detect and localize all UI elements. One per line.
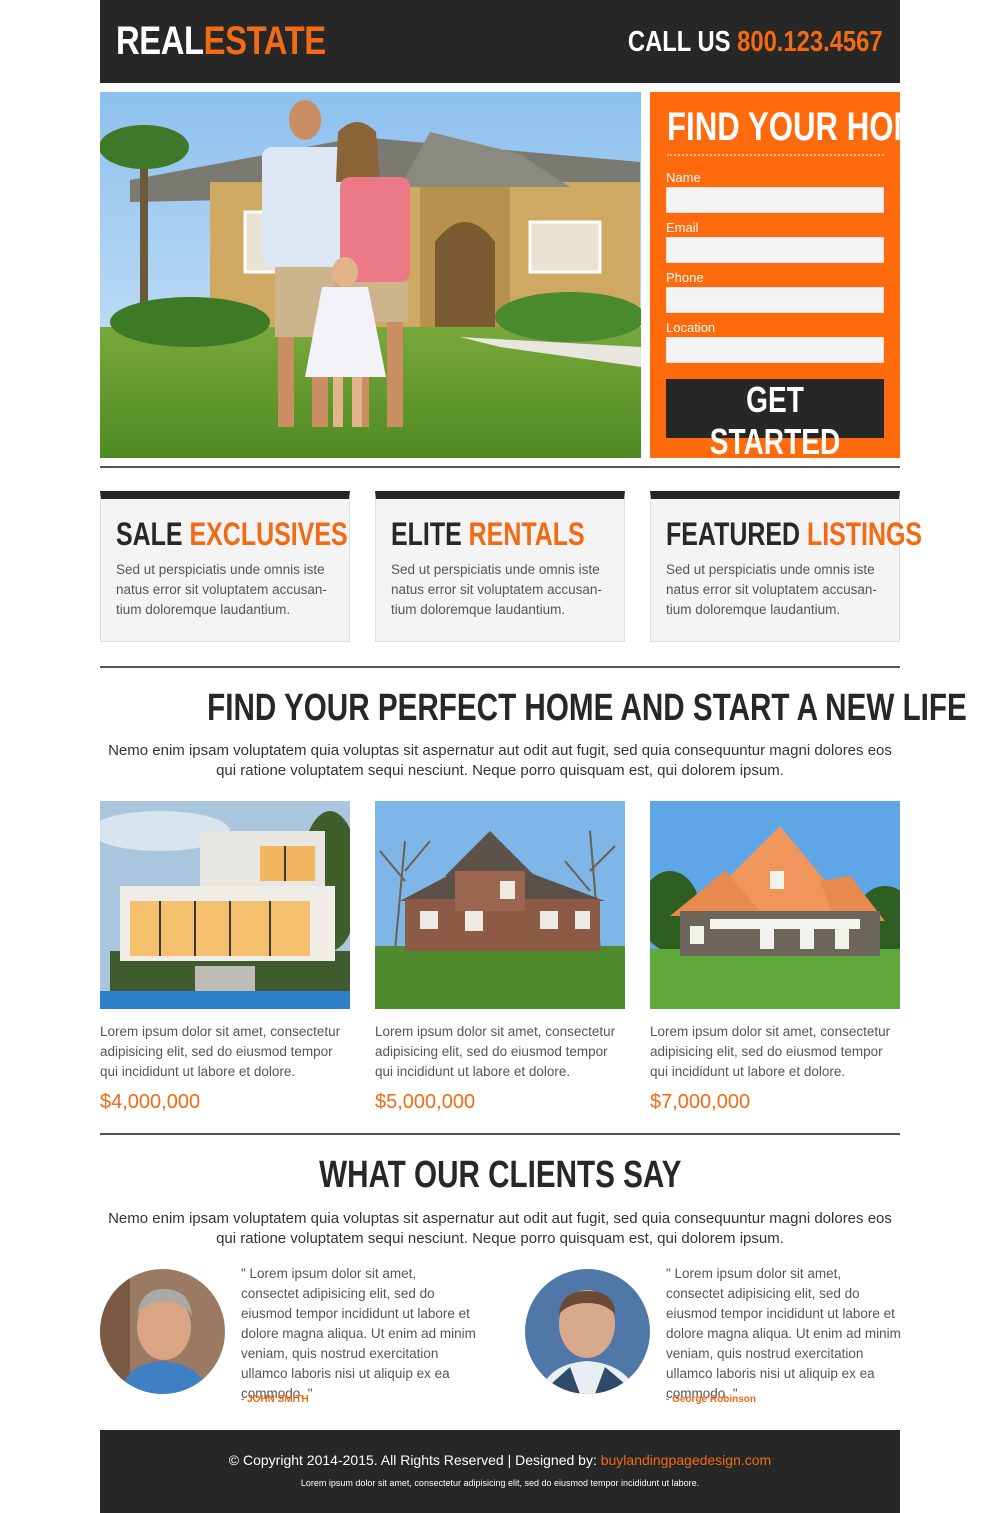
client-avatar-george-robinson xyxy=(525,1269,650,1394)
form-title: FIND YOUR HOME xyxy=(667,105,941,149)
copyright-text: © Copyright 2014-2015. All Rights Reserv… xyxy=(228,1452,597,1468)
email-input[interactable] xyxy=(666,237,884,263)
perfect-home-title: FIND YOUR PERFECT HOME AND START A NEW L… xyxy=(100,686,967,730)
phone-label: Phone xyxy=(666,270,704,285)
get-started-button[interactable]: GET STARTED xyxy=(666,379,884,462)
logo-text-real: REAL xyxy=(116,19,204,63)
location-label: Location xyxy=(666,320,716,335)
listing-price: $5,000,000 xyxy=(375,1091,476,1113)
clients-title-text: WHAT OUR CLIENTS SAY xyxy=(318,1154,682,1196)
form-divider xyxy=(667,154,884,156)
testimonial-author: - George Robinson xyxy=(666,1394,756,1405)
feature-elite-rentals: ELITE RENTALS Sed ut perspiciatis unde o… xyxy=(375,491,625,642)
feature-text: Sed ut perspiciatis unde omnis iste natu… xyxy=(116,562,327,617)
clients-text: Nemo enim ipsam voluptatem quia voluptas… xyxy=(108,1210,892,1247)
feature-title-dark: SALE xyxy=(116,516,183,552)
listing-photo-brick-house[interactable] xyxy=(375,801,625,1009)
listing-description: Lorem ipsum dolor sit amet, consectetur … xyxy=(375,1024,616,1079)
logo[interactable]: REALESTATE xyxy=(116,18,326,64)
call-us-label: CALL US xyxy=(628,26,731,58)
find-home-form: FIND YOUR HOME Name Email Phone Location… xyxy=(650,92,940,462)
feature-title-accent: RENTALS xyxy=(468,516,585,552)
testimonial-quote: " Lorem ipsum dolor sit amet, consectet … xyxy=(666,1266,901,1401)
copyright: © Copyright 2014-2015. All Rights Reserv… xyxy=(100,1452,900,1468)
section-divider xyxy=(100,466,900,468)
feature-text: Sed ut perspiciatis unde omnis iste natu… xyxy=(391,562,602,617)
listing-description: Lorem ipsum dolor sit amet, consectetur … xyxy=(650,1024,891,1079)
name-label: Name xyxy=(666,170,701,185)
feature-title: ELITE RENTALS xyxy=(391,516,585,552)
get-started-label: GET STARTED xyxy=(709,379,841,462)
email-label: Email xyxy=(666,220,699,235)
feature-title: FEATURED LISTINGS xyxy=(666,516,922,552)
call-us: CALL US 800.123.4567 xyxy=(628,26,883,58)
client-avatar-john-smith xyxy=(100,1269,225,1394)
section-divider xyxy=(100,666,900,668)
testimonial-quote: " Lorem ipsum dolor sit amet, consectet … xyxy=(241,1266,476,1401)
location-input[interactable] xyxy=(666,337,884,363)
feature-title-accent: EXCLUSIVES xyxy=(189,516,348,552)
hero-family-photo xyxy=(100,92,641,458)
clients-title: WHAT OUR CLIENTS SAY xyxy=(100,1153,900,1197)
feature-title-accent: LISTINGS xyxy=(806,516,923,552)
listing-photo-orange-roof-house[interactable] xyxy=(650,801,900,1009)
site-footer: © Copyright 2014-2015. All Rights Reserv… xyxy=(100,1430,900,1513)
phone-input[interactable] xyxy=(666,287,884,313)
feature-sale-exclusives: SALE EXCLUSIVES Sed ut perspiciatis unde… xyxy=(100,491,350,642)
section-divider xyxy=(100,1133,900,1135)
name-input[interactable] xyxy=(666,187,884,213)
listing-description: Lorem ipsum dolor sit amet, consectetur … xyxy=(100,1024,341,1079)
listing-photo-modern-house[interactable] xyxy=(100,801,350,1009)
site-header: REALESTATE CALL US 800.123.4567 xyxy=(100,0,900,83)
logo-text-estate: ESTATE xyxy=(203,19,326,63)
listing-price: $7,000,000 xyxy=(650,1091,751,1113)
feature-title-dark: ELITE xyxy=(391,516,462,552)
feature-title: SALE EXCLUSIVES xyxy=(116,516,348,552)
testimonial-author: - JOHN SMITH xyxy=(241,1394,309,1405)
footer-small-text: Lorem ipsum dolor sit amet, consectetur … xyxy=(300,1478,700,1488)
perfect-home-title-text: FIND YOUR PERFECT HOME AND START A NEW L… xyxy=(207,687,967,729)
perfect-home-text: Nemo enim ipsam voluptatem quia voluptas… xyxy=(108,742,892,779)
feature-featured-listings: FEATURED LISTINGS Sed ut perspiciatis un… xyxy=(650,491,922,642)
listing-price: $4,000,000 xyxy=(100,1091,201,1113)
phone-number[interactable]: 800.123.4567 xyxy=(738,26,883,58)
designer-link[interactable]: buylandingpagedesign.com xyxy=(601,1452,771,1468)
feature-text: Sed ut perspiciatis unde omnis iste natu… xyxy=(666,562,877,617)
feature-title-dark: FEATURED xyxy=(666,516,801,552)
